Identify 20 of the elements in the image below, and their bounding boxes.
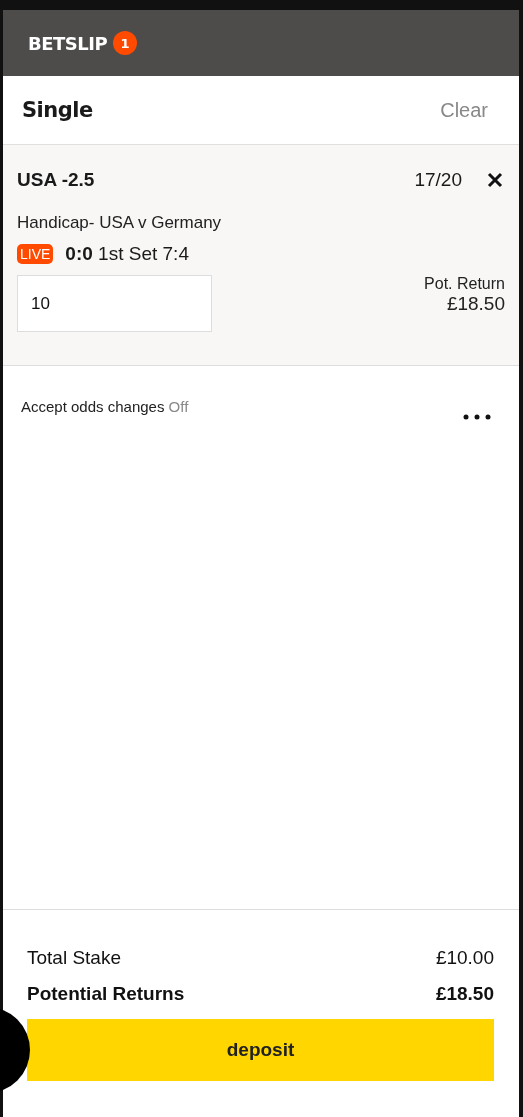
live-score: 0:0 1st Set 7:4 (65, 243, 189, 265)
total-value: £18.50 (435, 983, 494, 1005)
deposit-button[interactable]: deposit (27, 1019, 494, 1081)
more-icon[interactable] (463, 414, 491, 420)
close-icon[interactable] (487, 172, 503, 188)
stake-field[interactable]: 10 (17, 275, 212, 332)
count-badge: 1 (113, 31, 138, 55)
clear-button[interactable]: Clear (440, 98, 488, 122)
total-value: £10.00 (435, 947, 494, 969)
total-label: Total Stake (27, 947, 121, 969)
odds-changes-setting[interactable]: Accept odds changes Off (21, 398, 189, 415)
return-value: £18.50 (446, 293, 505, 315)
return-label: Pot. Return (424, 275, 505, 293)
live-badge: LIVE (17, 244, 54, 264)
betslip-title: BETSLIP (28, 32, 108, 54)
total-label: Potential Returns (27, 983, 185, 1005)
market-name: Handicap- USA v Germany (17, 213, 223, 233)
selection-name: USA -2.5 (17, 169, 96, 191)
odds-value: 17/20 (414, 169, 462, 191)
section-title: Single (22, 98, 93, 122)
